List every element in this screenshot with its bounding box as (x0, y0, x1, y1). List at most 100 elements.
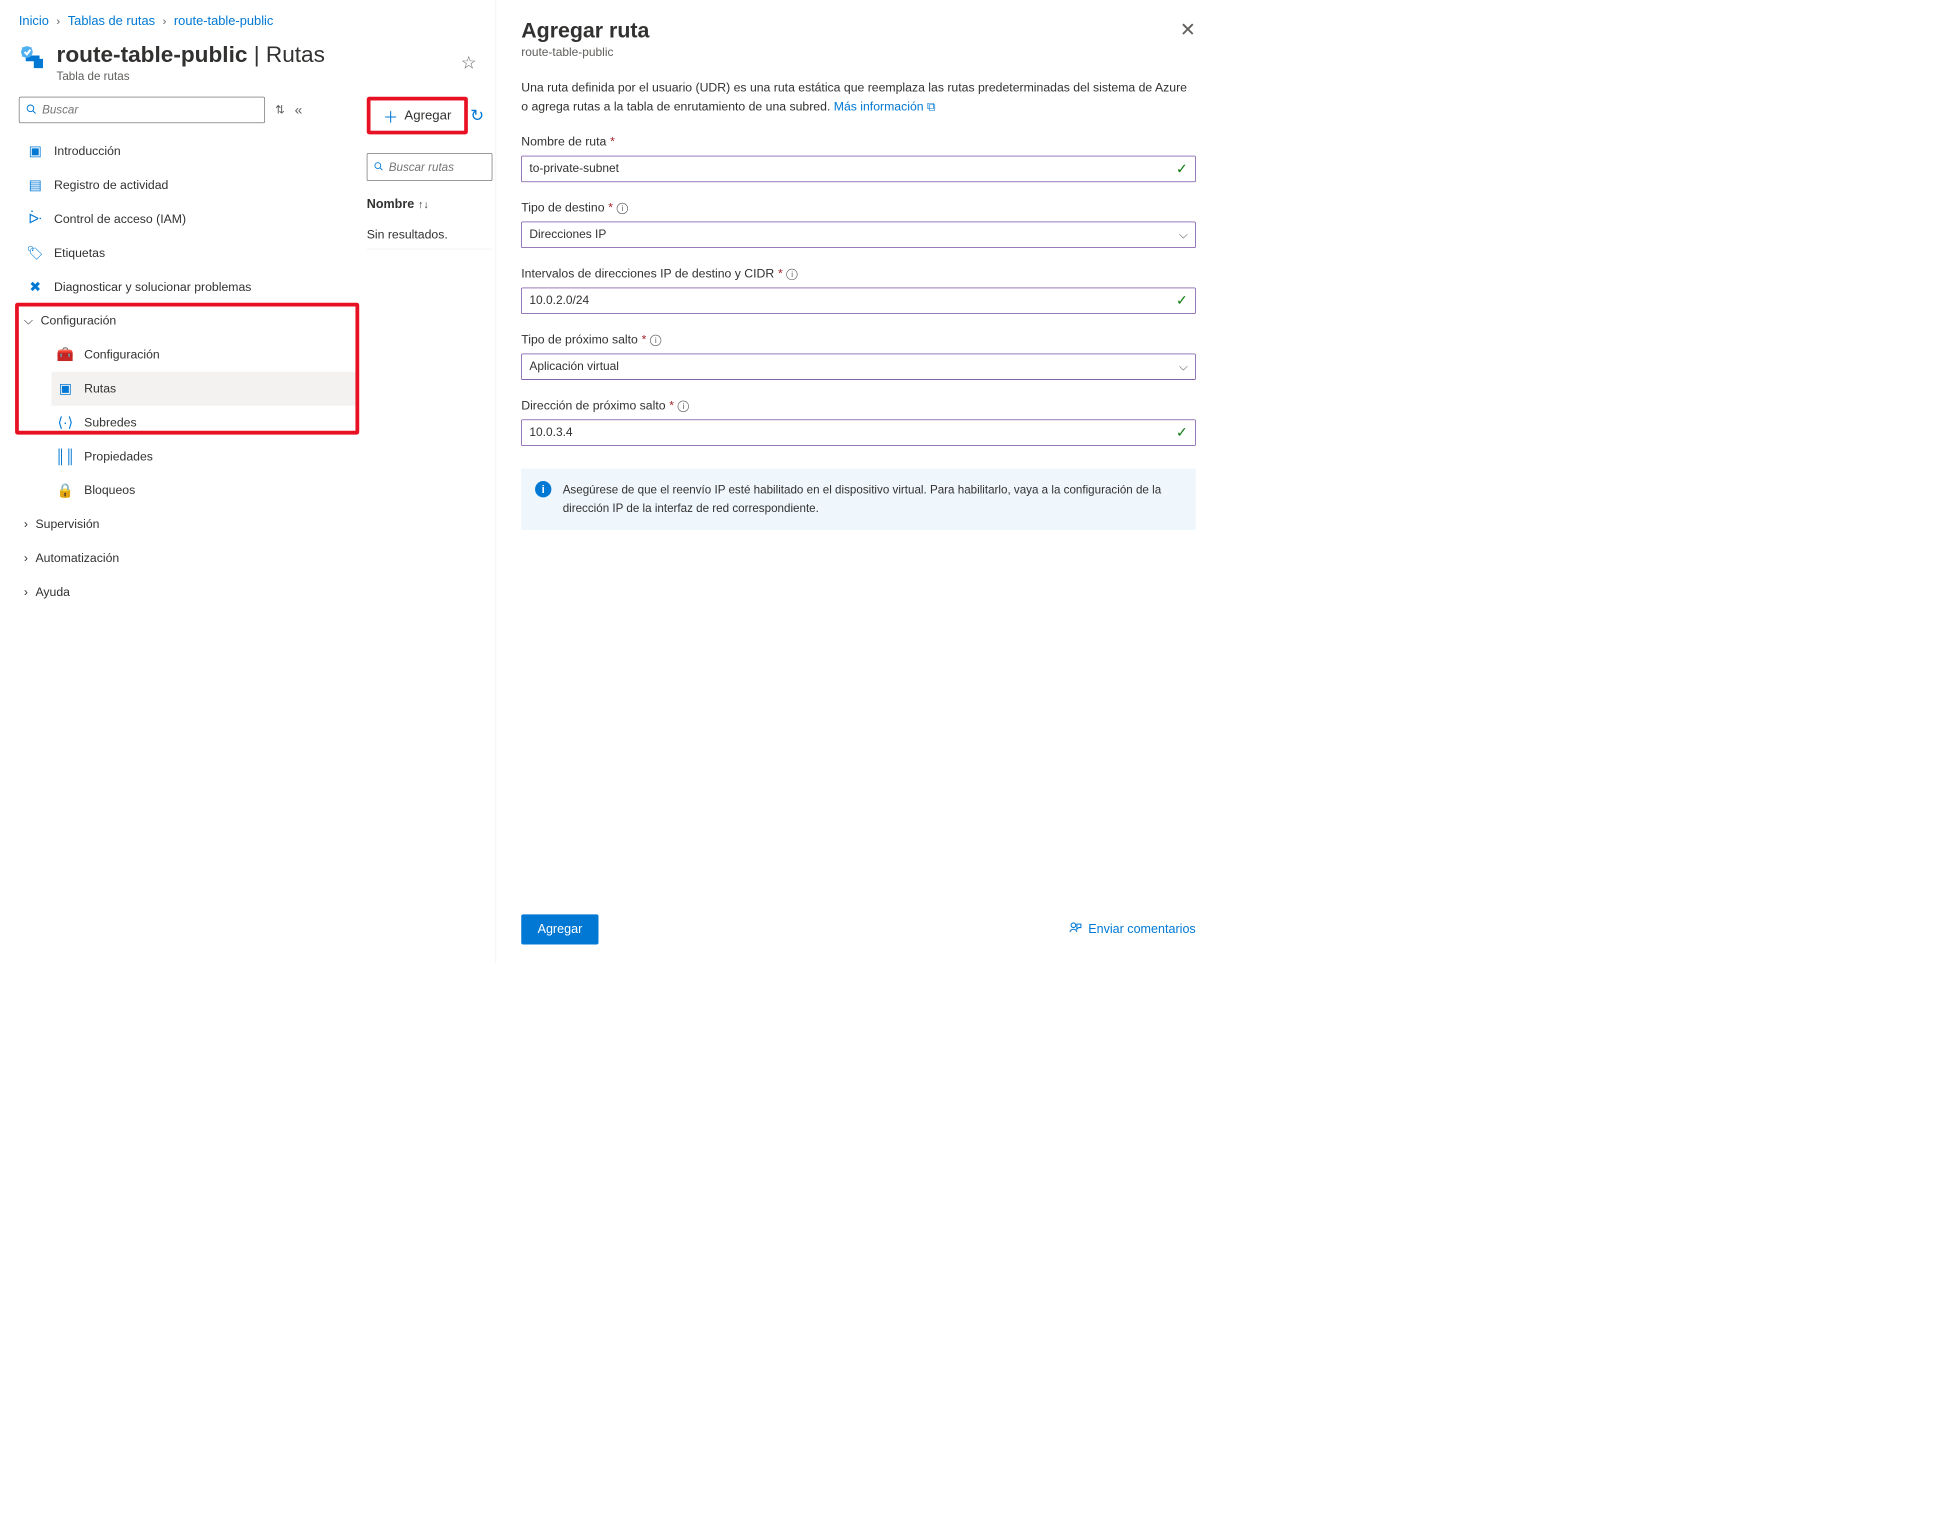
feedback-label: Enviar comentarios (1088, 922, 1196, 936)
sidebar-group-config[interactable]: ⌵ Configuración (19, 304, 357, 338)
search-routes-box[interactable] (367, 153, 493, 181)
sidebar-item-label: Registro de actividad (54, 178, 168, 192)
sidebar-group-supervision[interactable]: › Supervisión (19, 507, 357, 541)
gear-icon: 🧰 (57, 347, 75, 363)
search-icon (26, 103, 37, 116)
sidebar-group-help[interactable]: › Ayuda (19, 575, 357, 609)
check-icon: ✓ (1176, 293, 1188, 309)
info-icon[interactable]: i (787, 269, 798, 280)
add-route-button[interactable]: ＋ Agregar (371, 100, 464, 130)
info-text: Asegúrese de que el reenvío IP esté habi… (563, 481, 1182, 517)
sidebar-group-label: Supervisión (35, 517, 99, 531)
sidebar-item-configuration[interactable]: 🧰 Configuración (49, 338, 357, 372)
sidebar-group-automation[interactable]: › Automatización (19, 541, 357, 575)
label-dest-type: Tipo de destino* i (521, 201, 1195, 215)
external-link-icon: ⧉ (927, 100, 936, 114)
table-column-name[interactable]: Nombre ↑↓ (367, 197, 496, 211)
routes-icon: ▣ (57, 381, 75, 397)
sidebar-search[interactable] (19, 97, 265, 123)
sidebar-item-label: Subredes (84, 415, 136, 429)
dest-type-select[interactable]: Direcciones IP ⌵ (521, 222, 1195, 248)
info-icon[interactable]: i (678, 401, 689, 412)
check-icon: ✓ (1176, 425, 1188, 441)
hop-type-value: Aplicación virtual (529, 360, 1179, 374)
chevron-right-icon: › (56, 15, 60, 28)
chevron-down-icon: ⌵ (24, 314, 33, 328)
sidebar-item-locks[interactable]: 🔒 Bloqueos (49, 474, 357, 508)
hop-addr-field[interactable]: ✓ (521, 420, 1195, 446)
sidebar-search-input[interactable] (42, 103, 258, 117)
sidebar-item-label: Etiquetas (54, 246, 105, 260)
sidebar-item-label: Diagnosticar y solucionar problemas (54, 280, 251, 294)
breadcrumb: Inicio › Tablas de rutas › route-table-p… (19, 0, 496, 38)
divider (367, 249, 493, 250)
properties-icon: ║║ (57, 448, 75, 464)
info-icon[interactable]: i (650, 335, 661, 346)
dest-type-value: Direcciones IP (529, 228, 1179, 242)
sidebar-item-diagnose[interactable]: ✖ Diagnosticar y solucionar problemas (19, 270, 357, 304)
add-button-label: Agregar (404, 108, 451, 123)
breadcrumb-tables[interactable]: Tablas de rutas (68, 14, 155, 29)
hop-type-select[interactable]: Aplicación virtual ⌵ (521, 354, 1195, 380)
sidebar-group-label: Ayuda (35, 585, 70, 599)
info-icon[interactable]: i (617, 203, 628, 214)
iam-icon: ᐕ (26, 211, 44, 227)
breadcrumb-home[interactable]: Inicio (19, 14, 49, 29)
search-icon (374, 161, 384, 173)
sidebar-group-label: Configuración (41, 314, 117, 328)
feedback-link[interactable]: Enviar comentarios (1068, 921, 1196, 939)
route-table-icon: ▣ (26, 143, 44, 159)
sidebar-item-label: Propiedades (84, 449, 153, 463)
table-column-label: Nombre (367, 197, 414, 211)
learn-more-link[interactable]: Más información ⧉ (834, 100, 936, 114)
chevron-right-icon: › (163, 15, 167, 28)
info-callout: i Asegúrese de que el reenvío IP esté ha… (521, 469, 1195, 530)
sidebar-item-activity[interactable]: ▤ Registro de actividad (19, 168, 357, 202)
feedback-icon (1068, 921, 1082, 939)
cidr-field[interactable]: ✓ (521, 288, 1195, 314)
breadcrumb-current[interactable]: route-table-public (174, 14, 273, 29)
label-cidr: Intervalos de direcciones IP de destino … (521, 267, 1195, 281)
sidebar-item-intro[interactable]: ▣ Introducción (19, 134, 357, 168)
diagnose-icon: ✖ (26, 279, 44, 295)
sidebar-item-label: Control de acceso (IAM) (54, 212, 186, 226)
sidebar-item-tags[interactable]: 🏷 Etiquetas (19, 236, 357, 270)
label-hop-addr: Dirección de próximo salto* i (521, 399, 1195, 413)
chevron-down-icon: ⌵ (1179, 229, 1188, 242)
panel-description: Una ruta definida por el usuario (UDR) e… (521, 79, 1195, 117)
sidebar-item-label: Configuración (84, 348, 160, 362)
label-hop-type: Tipo de próximo salto* i (521, 333, 1195, 347)
favorite-star-icon[interactable]: ☆ (461, 52, 477, 73)
lock-icon: 🔒 (57, 482, 75, 498)
sidebar-item-properties[interactable]: ║║ Propiedades (49, 440, 357, 474)
hop-addr-input[interactable] (529, 426, 1176, 440)
sidebar-item-routes[interactable]: ▣ Rutas (49, 372, 357, 406)
refresh-icon[interactable]: ↻ (470, 106, 484, 125)
page-title: route-table-public | Rutas (57, 41, 325, 67)
search-sort-icon[interactable]: ⇅ (275, 103, 284, 116)
submit-button[interactable]: Agregar (521, 914, 598, 944)
sidebar-item-label: Bloqueos (84, 483, 135, 497)
sidebar-item-subnets[interactable]: ⟨·⟩ Subredes (49, 406, 357, 440)
cidr-input[interactable] (529, 294, 1176, 308)
route-table-icon (19, 44, 47, 72)
close-icon[interactable]: ✕ (1180, 19, 1196, 41)
subnet-icon: ⟨·⟩ (57, 414, 75, 430)
sidebar-item-iam[interactable]: ᐕ Control de acceso (IAM) (19, 202, 357, 236)
check-icon: ✓ (1176, 161, 1188, 177)
page-subtitle: Tabla de rutas (57, 69, 325, 83)
plus-icon: ＋ (383, 105, 398, 127)
sidebar-item-label: Rutas (84, 382, 116, 396)
route-name-input[interactable] (529, 162, 1176, 176)
chevron-right-icon: › (24, 517, 28, 531)
sidebar-item-label: Introducción (54, 144, 121, 158)
info-icon: i (535, 481, 551, 497)
chevron-down-icon: ⌵ (1179, 360, 1188, 373)
activity-log-icon: ▤ (26, 177, 44, 193)
route-name-field[interactable]: ✓ (521, 156, 1195, 182)
highlight-add-button: ＋ Agregar (367, 97, 468, 135)
chevron-right-icon: › (24, 585, 28, 599)
sidebar-group-label: Automatización (35, 551, 119, 565)
panel-subtitle: route-table-public (521, 46, 649, 60)
collapse-sidebar-icon[interactable]: « (295, 102, 303, 118)
